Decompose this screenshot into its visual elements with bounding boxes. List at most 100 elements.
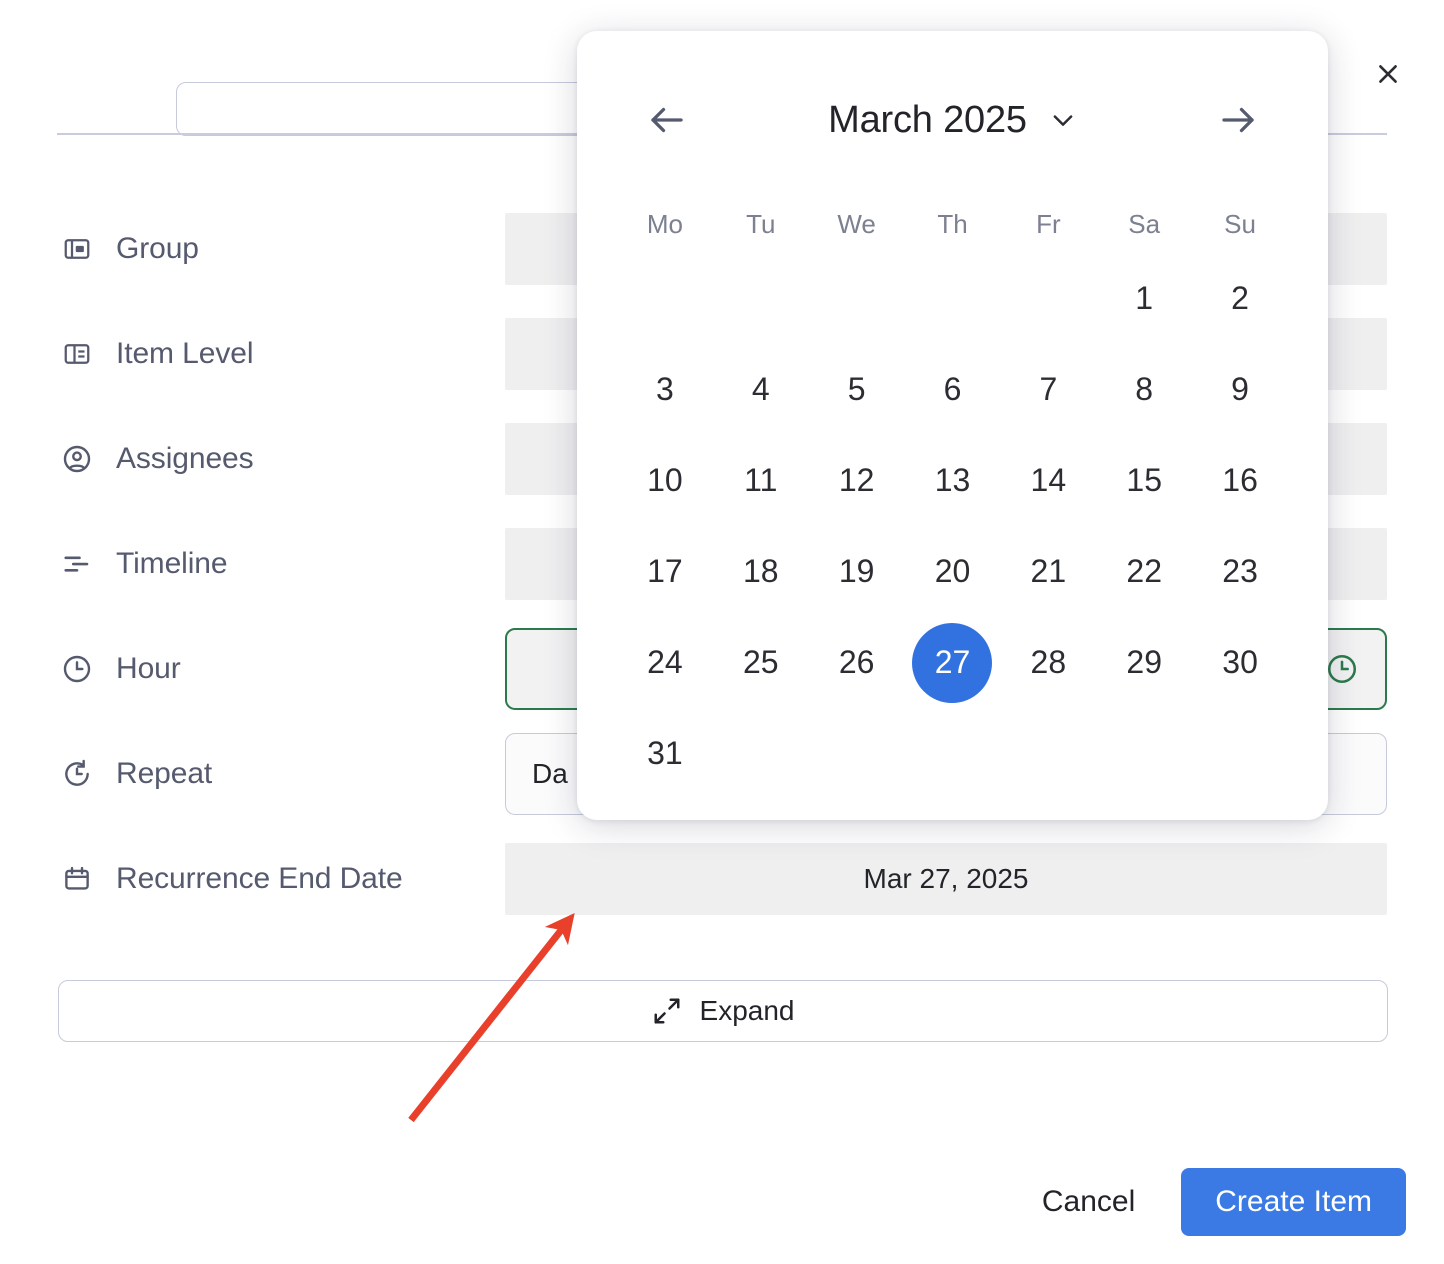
calendar-day-7[interactable]: 7 (1000, 347, 1096, 432)
calendar-day-number: 28 (1008, 623, 1088, 703)
calendar-weekday-header: Mo Tu We Th Fr Sa Su (617, 209, 1288, 250)
calendar-title: March 2025 (828, 99, 1027, 142)
calendar-day-4[interactable]: 4 (713, 347, 809, 432)
calendar-week-row: 10111213141516 (617, 438, 1288, 523)
calendar-day-number: 26 (817, 623, 897, 703)
field-label-recurrence-end-date: Recurrence End Date (60, 862, 403, 896)
calendar-month-selector[interactable]: March 2025 (828, 99, 1077, 142)
calendar-day-8[interactable]: 8 (1096, 347, 1192, 432)
calendar-day-1[interactable]: 1 (1096, 256, 1192, 341)
calendar-day-17[interactable]: 17 (617, 529, 713, 614)
cancel-button[interactable]: Cancel (1022, 1173, 1155, 1231)
calendar-day-16[interactable]: 16 (1192, 438, 1288, 523)
calendar-day-empty (1096, 711, 1192, 796)
calendar-day-11[interactable]: 11 (713, 438, 809, 523)
calendar-day-number: 9 (1200, 350, 1280, 430)
calendar-day-number: 11 (721, 441, 801, 521)
calendar-day-number: 7 (1008, 350, 1088, 430)
calendar-day-21[interactable]: 21 (1000, 529, 1096, 614)
field-label-text: Assignees (116, 442, 254, 476)
calendar-day-empty (1192, 711, 1288, 796)
chevron-down-icon[interactable] (1049, 106, 1077, 134)
field-value-recurrence-end-date[interactable]: Mar 27, 2025 (505, 843, 1387, 915)
calendar-day-26[interactable]: 26 (809, 620, 905, 705)
timeline-icon (60, 547, 94, 581)
calendar-day-28[interactable]: 28 (1000, 620, 1096, 705)
calendar-day-number: 31 (625, 714, 705, 794)
repeat-icon (60, 757, 94, 791)
weekday-label: Sa (1096, 209, 1192, 250)
field-label-assignees: Assignees (60, 442, 254, 476)
calendar-day-12[interactable]: 12 (809, 438, 905, 523)
field-label-text: Timeline (116, 547, 227, 581)
calendar-day-number: 14 (1008, 441, 1088, 521)
calendar-day-empty (617, 256, 713, 341)
expand-button[interactable]: Expand (58, 980, 1388, 1042)
weekday-label: Su (1192, 209, 1288, 250)
calendar-day-number: 24 (625, 623, 705, 703)
calendar-day-14[interactable]: 14 (1000, 438, 1096, 523)
calendar-day-23[interactable]: 23 (1192, 529, 1288, 614)
calendar-day-number: 17 (625, 532, 705, 612)
calendar-day-empty (809, 711, 905, 796)
calendar-day-number: 21 (1008, 532, 1088, 612)
calendar-day-number: 27 (912, 623, 992, 703)
calendar-day-24[interactable]: 24 (617, 620, 713, 705)
calendar-day-number: 13 (912, 441, 992, 521)
group-icon (60, 232, 94, 266)
calendar-day-empty (1000, 256, 1096, 341)
calendar-day-empty (905, 711, 1001, 796)
field-label-text: Hour (116, 652, 181, 686)
calendar-week-row: 17181920212223 (617, 529, 1288, 614)
calendar-grid: Mo Tu We Th Fr Sa Su 1234567891011121314… (577, 209, 1328, 796)
calendar-day-number: 4 (721, 350, 801, 430)
calendar-day-22[interactable]: 22 (1096, 529, 1192, 614)
field-label-text: Repeat (116, 757, 212, 791)
calendar-day-20[interactable]: 20 (905, 529, 1001, 614)
weekday-label: We (809, 209, 905, 250)
calendar-day-number: 5 (817, 350, 897, 430)
hour-field-clock-icon[interactable] (1325, 652, 1359, 686)
field-label-text: Recurrence End Date (116, 862, 403, 896)
calendar-day-27[interactable]: 27 (905, 620, 1001, 705)
calendar-day-31[interactable]: 31 (617, 711, 713, 796)
calendar-day-empty (1000, 711, 1096, 796)
create-item-button[interactable]: Create Item (1181, 1168, 1406, 1236)
hour-clock-icon (60, 652, 94, 686)
calendar-day-empty (809, 256, 905, 341)
calendar-week-row: 31 (617, 711, 1288, 796)
calendar-day-number: 10 (625, 441, 705, 521)
calendar-day-number: 20 (912, 532, 992, 612)
calendar-day-29[interactable]: 29 (1096, 620, 1192, 705)
calendar-day-9[interactable]: 9 (1192, 347, 1288, 432)
calendar-week-row: 24252627282930 (617, 620, 1288, 705)
calendar-day-15[interactable]: 15 (1096, 438, 1192, 523)
calendar-day-25[interactable]: 25 (713, 620, 809, 705)
calendar-day-number: 19 (817, 532, 897, 612)
calendar-day-number: 29 (1104, 623, 1184, 703)
calendar-day-empty (905, 256, 1001, 341)
calendar-day-number: 12 (817, 441, 897, 521)
calendar-weeks: 1234567891011121314151617181920212223242… (617, 256, 1288, 796)
calendar-day-13[interactable]: 13 (905, 438, 1001, 523)
arrow-left-icon[interactable] (639, 92, 695, 148)
arrow-right-icon[interactable] (1210, 92, 1266, 148)
field-label-item-level: Item Level (60, 337, 253, 371)
calendar-day-30[interactable]: 30 (1192, 620, 1288, 705)
calendar-day-6[interactable]: 6 (905, 347, 1001, 432)
calendar-day-10[interactable]: 10 (617, 438, 713, 523)
weekday-label: Th (905, 209, 1001, 250)
calendar-day-19[interactable]: 19 (809, 529, 905, 614)
calendar-day-number: 15 (1104, 441, 1184, 521)
calendar-day-empty (713, 256, 809, 341)
calendar-day-number: 6 (912, 350, 992, 430)
field-label-hour: Hour (60, 652, 181, 686)
close-icon[interactable] (1366, 52, 1410, 96)
calendar-day-18[interactable]: 18 (713, 529, 809, 614)
dialog-footer: Cancel Create Item (1022, 1168, 1406, 1236)
calendar-day-3[interactable]: 3 (617, 347, 713, 432)
calendar-day-2[interactable]: 2 (1192, 256, 1288, 341)
weekday-label: Fr (1000, 209, 1096, 250)
calendar-day-5[interactable]: 5 (809, 347, 905, 432)
calendar-day-number: 2 (1200, 259, 1280, 339)
